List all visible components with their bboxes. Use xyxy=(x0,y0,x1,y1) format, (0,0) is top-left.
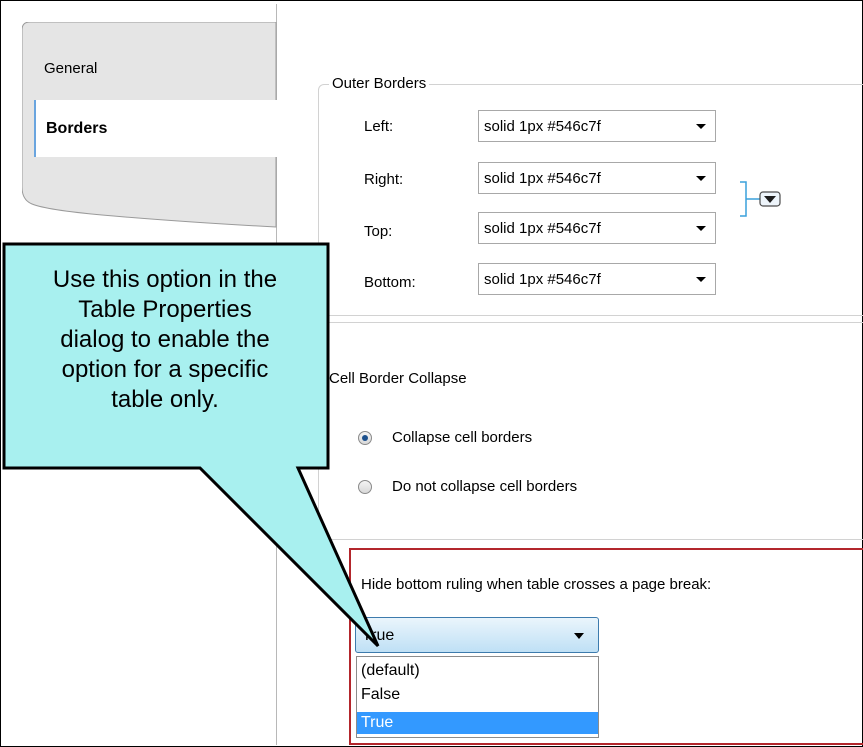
callout-line-2: Table Properties xyxy=(78,296,252,323)
callout-line-4: option for a specific xyxy=(61,356,269,383)
callout-line-3: dialog to enable the xyxy=(60,326,270,353)
callout-line-1: Use this option in the xyxy=(52,266,278,293)
callout-line-5: table only. xyxy=(111,386,219,413)
callout-text: Use this option in the Table Properties … xyxy=(6,265,324,415)
